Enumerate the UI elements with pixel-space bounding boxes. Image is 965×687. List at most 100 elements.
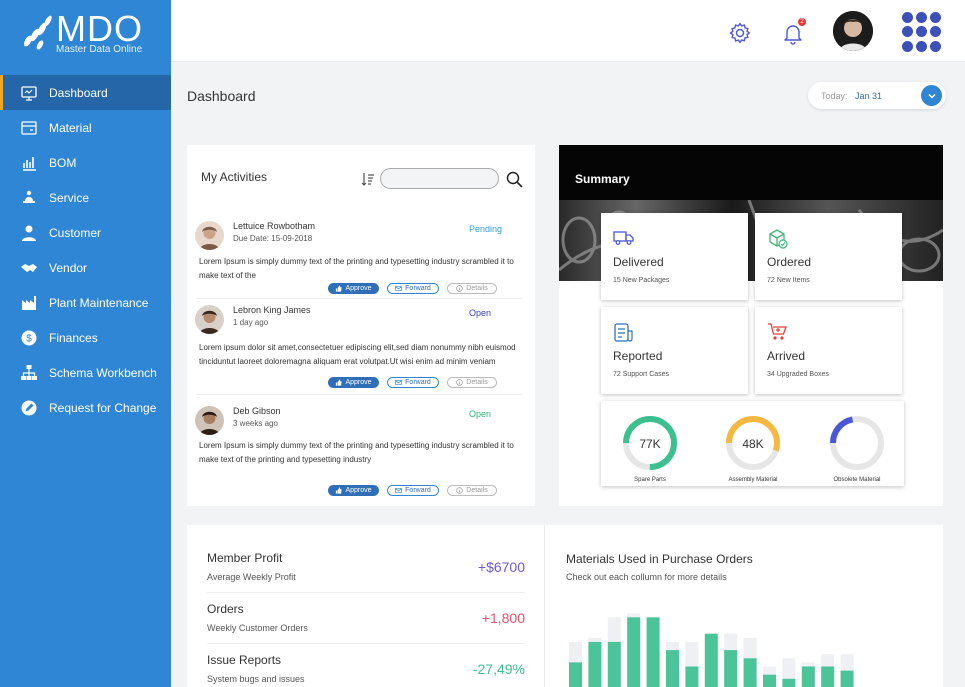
thumbs-up-icon bbox=[336, 379, 343, 386]
user-icon bbox=[20, 224, 38, 242]
sidebar-item-label: Schema Workbench bbox=[49, 365, 157, 380]
activity-date: Due Date: 15-09-2018 bbox=[233, 234, 313, 243]
stat-value: +$6700 bbox=[477, 559, 525, 575]
chevron-down-icon bbox=[927, 93, 936, 99]
avatar-image-icon bbox=[833, 11, 873, 51]
material-icon bbox=[20, 119, 38, 137]
forward-button[interactable]: Forward bbox=[387, 485, 439, 496]
apps-grid-icon[interactable] bbox=[902, 12, 944, 52]
page-title: Dashboard bbox=[187, 88, 256, 104]
activity-name: Deb Gibson bbox=[233, 406, 281, 416]
sidebar-item-customer[interactable]: Customer bbox=[0, 215, 171, 250]
approve-button[interactable]: Approve bbox=[328, 377, 379, 388]
sidebar-item-material[interactable]: Material bbox=[0, 110, 171, 145]
bar-used-2[interactable] bbox=[607, 641, 621, 687]
search-icon[interactable] bbox=[506, 171, 523, 188]
summary-tile-arrived[interactable]: Arrived 34 Upgraded Boxes bbox=[755, 307, 902, 394]
info-icon bbox=[456, 285, 464, 292]
activities-title: My Activities bbox=[201, 170, 268, 184]
tile-label: Reported bbox=[613, 349, 663, 363]
bar-used-9[interactable] bbox=[743, 658, 757, 687]
bar-used-12[interactable] bbox=[801, 666, 815, 687]
bar-chart-icon bbox=[20, 154, 38, 172]
stat-divider bbox=[207, 592, 525, 593]
tile-subtitle: 72 Support Cases bbox=[613, 371, 670, 378]
bar-used-8[interactable] bbox=[724, 650, 738, 687]
stat-member-profit: Member Profit Average Weekly Profit +$6700 bbox=[207, 551, 525, 601]
tile-subtitle: 72 New Items bbox=[767, 277, 810, 284]
sidebar-item-bom[interactable]: BOM bbox=[0, 145, 171, 180]
forward-button[interactable]: Forward bbox=[387, 283, 439, 294]
logo-subtitle: Master Data Online bbox=[56, 44, 143, 55]
stat-orders: Orders Weekly Customer Orders +1,800 bbox=[207, 602, 525, 652]
sidebar-item-plant-maintenance[interactable]: Plant Maintenance bbox=[0, 285, 171, 320]
details-button[interactable]: Details bbox=[447, 485, 497, 496]
bar-used-4[interactable] bbox=[646, 617, 660, 687]
bar-used-0[interactable] bbox=[569, 662, 582, 687]
bottom-card: Member Profit Average Weekly Profit +$6700… bbox=[187, 525, 943, 687]
date-picker[interactable]: Today: Jan 31 bbox=[808, 82, 946, 109]
tile-subtitle: 34 Upgraded Boxes bbox=[767, 371, 829, 378]
stat-title: Member Profit bbox=[207, 551, 283, 565]
activity-date: 1 day ago bbox=[233, 318, 269, 327]
mdo-logo[interactable]: MDO Master Data Online bbox=[20, 8, 160, 58]
bar-used-11[interactable] bbox=[782, 678, 796, 687]
bar-used-3[interactable] bbox=[627, 617, 641, 687]
forward-button[interactable]: Forward bbox=[387, 377, 439, 388]
bar-used-1[interactable] bbox=[588, 641, 602, 687]
details-button[interactable]: Details bbox=[447, 283, 497, 294]
hierarchy-icon bbox=[20, 364, 38, 382]
sidebar-item-label: BOM bbox=[49, 155, 77, 170]
svg-text:$: $ bbox=[26, 333, 32, 344]
summary-tile-delivered[interactable]: Delivered 15 New Packages bbox=[601, 213, 748, 300]
chart-subtitle: Check out each collumn for more details bbox=[566, 572, 727, 582]
activities-search-input[interactable] bbox=[380, 168, 499, 189]
bar-used-6[interactable] bbox=[685, 666, 699, 687]
tile-subtitle: 15 New Packages bbox=[613, 277, 670, 284]
sidebar-item-label: Customer bbox=[49, 225, 102, 240]
activity-name: Lettuice Rowbotham bbox=[233, 221, 316, 231]
activity-avatar bbox=[195, 406, 224, 435]
summary-tile-ordered[interactable]: Ordered 72 New Items bbox=[755, 213, 902, 300]
stat-subtitle: Weekly Customer Orders bbox=[207, 623, 308, 633]
sidebar-item-service[interactable]: Service bbox=[0, 180, 171, 215]
bar-used-10[interactable] bbox=[763, 674, 776, 687]
gear-icon[interactable] bbox=[728, 21, 752, 45]
date-dropdown-button[interactable] bbox=[921, 85, 942, 106]
gauge-label: Assembly Material bbox=[728, 477, 778, 483]
bar-used-13[interactable] bbox=[821, 666, 835, 687]
info-icon bbox=[456, 379, 464, 386]
stat-subtitle: Average Weekly Profit bbox=[207, 572, 296, 582]
activity-status: Pending bbox=[469, 224, 503, 234]
sidebar-item-schema-workbench[interactable]: Schema Workbench bbox=[0, 355, 171, 390]
activity-description: Lorem Ipsum is simply dummy text of the … bbox=[199, 441, 514, 464]
stat-value: -27,49% bbox=[472, 661, 525, 677]
handshake-icon bbox=[20, 259, 38, 277]
sidebar-item-label: Finances bbox=[49, 330, 98, 345]
sidebar-item-request-for-change[interactable]: Request for Change bbox=[0, 390, 171, 425]
stat-subtitle: System bugs and issues bbox=[207, 674, 305, 684]
sidebar-item-vendor[interactable]: Vendor bbox=[0, 250, 171, 285]
summary-card: Summary Delivered 15 New Packages Ordered 7… bbox=[559, 145, 943, 506]
approve-button[interactable]: Approve bbox=[328, 283, 379, 294]
sidebar-item-dashboard[interactable]: Dashboard bbox=[0, 75, 171, 110]
summary-tile-reported[interactable]: Reported 72 Support Cases bbox=[601, 307, 748, 394]
my-activities-card: My Activities Lettuice Rowbotham Due Date… bbox=[187, 145, 535, 506]
approve-button[interactable]: Approve bbox=[328, 485, 379, 496]
factory-icon bbox=[20, 294, 38, 312]
activity-avatar bbox=[195, 305, 224, 334]
activity-avatar bbox=[195, 221, 224, 250]
sidebar-item-finances[interactable]: $ Finances bbox=[0, 320, 171, 355]
bar-used-5[interactable] bbox=[666, 650, 679, 687]
thumbs-up-icon bbox=[336, 285, 343, 292]
truck-icon bbox=[613, 228, 635, 251]
bar-used-14[interactable] bbox=[840, 670, 854, 687]
sort-icon[interactable] bbox=[361, 172, 375, 186]
activity-divider bbox=[196, 394, 522, 395]
user-avatar[interactable] bbox=[833, 11, 873, 51]
logo-mark-icon bbox=[24, 15, 52, 50]
edit-icon bbox=[20, 399, 38, 417]
materials-bar-chart bbox=[569, 613, 854, 687]
details-button[interactable]: Details bbox=[447, 377, 497, 388]
bar-used-7[interactable] bbox=[704, 633, 718, 687]
